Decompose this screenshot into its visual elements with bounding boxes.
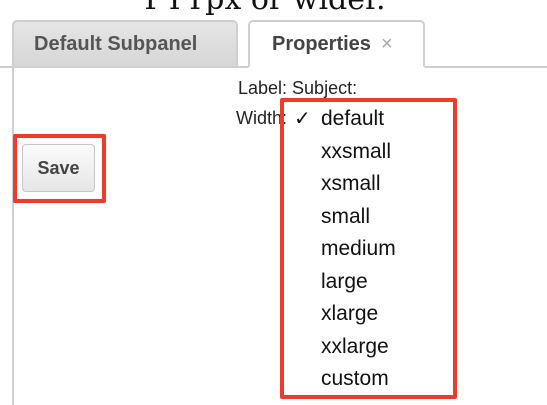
tab-label: Properties <box>272 32 371 55</box>
panel-border <box>12 66 14 405</box>
tab-default-subpanel[interactable]: Default Subpanel <box>12 20 238 66</box>
tab-properties[interactable]: Properties × <box>248 20 425 68</box>
tab-label: Default Subpanel <box>34 32 198 55</box>
caption-text: PTTpx or wider. <box>100 0 430 17</box>
save-button[interactable]: Save <box>22 144 95 192</box>
width-field-label: Width: <box>236 108 286 128</box>
close-icon[interactable]: × <box>381 33 393 56</box>
label-field-text: Label: Subject: <box>238 78 358 98</box>
dropdown-highlight-box <box>280 98 457 399</box>
